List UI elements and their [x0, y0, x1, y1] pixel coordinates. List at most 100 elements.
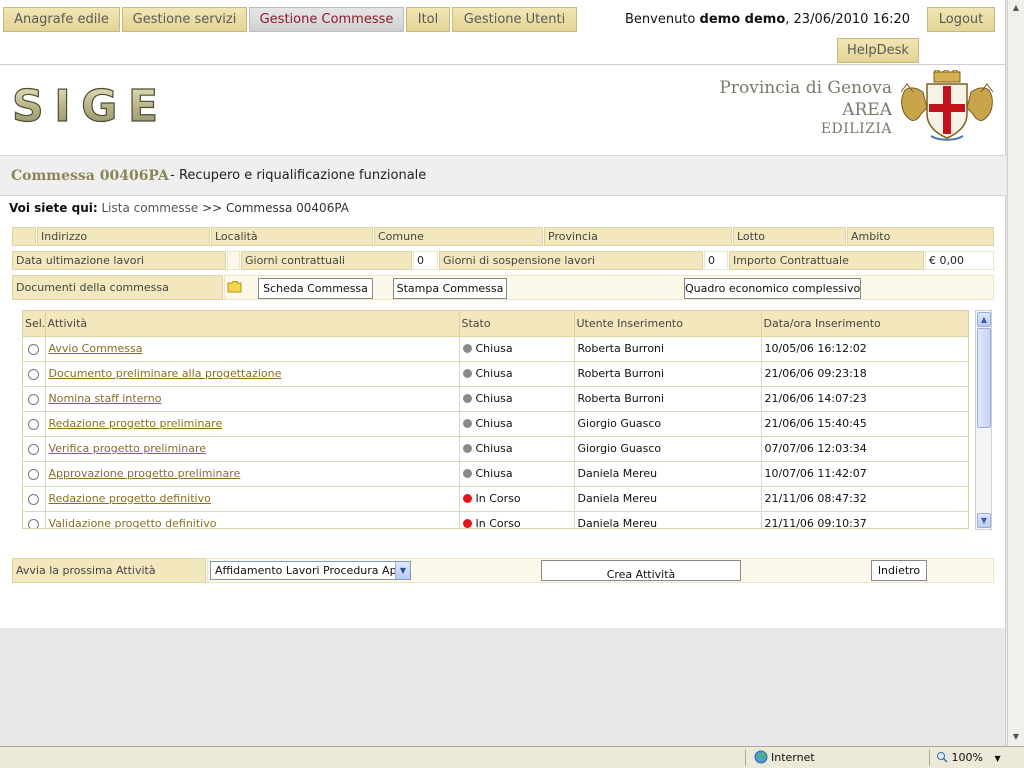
row-select-radio[interactable]: [28, 393, 40, 405]
table-row[interactable]: Avvio Commessa Chiusa Roberta Burroni 10/05…: [23, 336, 968, 362]
table-row[interactable]: Documento preliminare alla progettazione…: [23, 361, 968, 387]
table-row[interactable]: Redazione progetto preliminare Chiusa Gior…: [23, 411, 968, 437]
breadcrumb-link-lista-commesse[interactable]: Lista commesse: [102, 201, 199, 215]
logout-button[interactable]: Logout: [927, 7, 995, 32]
indietro-button[interactable]: Indietro: [871, 560, 927, 581]
table-row[interactable]: Redazione progetto definitivo In Corso Dan…: [23, 486, 968, 512]
zoom-control[interactable]: 100% ▼: [936, 750, 1001, 766]
giorni-sospensione-value: 0: [704, 251, 728, 270]
field-header-provincia: Provincia: [544, 227, 732, 246]
status-label: Chiusa: [475, 442, 513, 455]
row-select-cell: [23, 486, 46, 512]
scheda-commessa-button[interactable]: Scheda Commessa: [258, 278, 373, 299]
row-select-radio[interactable]: [28, 443, 40, 455]
tab-anagrafe-edile[interactable]: Anagrafe edile: [3, 7, 120, 32]
table-row[interactable]: Verifica progetto preliminare Chiusa Giorg…: [23, 436, 968, 462]
user-cell: Roberta Burroni: [574, 361, 762, 387]
importo-contrattuale-value: € 0,00: [925, 251, 994, 270]
importo-contrattuale-label: Importo Contrattuale: [729, 251, 924, 270]
datetime-cell: 21/06/06 15:40:45: [761, 411, 968, 437]
zoom-dropdown-icon[interactable]: ▼: [994, 754, 1000, 763]
sige-logo: SIGE: [12, 85, 160, 125]
datetime-cell: 21/06/06 09:23:18: [761, 361, 968, 387]
window-scrollbar[interactable]: ▲ ▼: [1007, 0, 1024, 746]
user-cell: Roberta Burroni: [574, 336, 762, 362]
status-cell: In Corso: [459, 511, 575, 528]
activity-link[interactable]: Validazione progetto definitivo: [49, 517, 217, 528]
giorni-contrattuali-value: 0: [413, 251, 438, 270]
column-header-data[interactable]: Data/ora Inserimento: [761, 311, 968, 337]
folder-icon[interactable]: [227, 280, 242, 293]
page-background: [0, 628, 1006, 746]
status-label: Chiusa: [475, 342, 513, 355]
stampa-commessa-button[interactable]: Stampa Commessa: [393, 278, 507, 299]
tab-gestione-utenti[interactable]: Gestione Utenti: [452, 7, 577, 32]
province-area: AREA: [842, 100, 892, 120]
row-select-radio[interactable]: [28, 518, 40, 528]
status-label: Chiusa: [475, 417, 513, 430]
svg-text:SIGE: SIGE: [12, 85, 160, 125]
row-select-cell: [23, 336, 46, 362]
status-label: Chiusa: [475, 467, 513, 480]
scroll-up-icon[interactable]: ▲: [977, 312, 991, 327]
status-cell: Chiusa: [459, 461, 575, 487]
commessa-title-band: Commessa 00406PA - Recupero e riqualific…: [0, 155, 1006, 196]
row-select-radio[interactable]: [28, 368, 40, 380]
table-scrollbar[interactable]: ▲ ▼: [975, 310, 992, 530]
crea-attivita-button[interactable]: Crea Attività: [541, 560, 741, 581]
field-header-indirizzo: Indirizzo: [37, 227, 210, 246]
status-dot-icon: [462, 419, 472, 428]
welcome-date: , 23/06/2010 16:20: [785, 12, 911, 27]
status-separator: [929, 750, 930, 766]
activity-link[interactable]: Redazione progetto preliminare: [49, 417, 223, 430]
quadro-economico-button[interactable]: Quadro economico complessivo: [684, 278, 861, 299]
zoom-level: 100%: [951, 751, 983, 764]
status-separator: [745, 750, 746, 766]
activity-cell: Avvio Commessa: [45, 336, 460, 362]
activity-cell: Documento preliminare alla progettazione: [45, 361, 460, 387]
row-select-radio[interactable]: [28, 493, 40, 505]
status-cell: Chiusa: [459, 386, 575, 412]
activity-link[interactable]: Nomina staff interno: [49, 392, 162, 405]
next-activity-selected: Affidamento Lavori Procedura Aperta: [215, 564, 411, 577]
row-select-radio[interactable]: [28, 418, 40, 430]
tab-itol[interactable]: Itol: [406, 7, 450, 32]
table-row[interactable]: Nomina staff interno Chiusa Roberta Burron…: [23, 386, 968, 412]
table-header-row: Sel. Attività Stato Utente Inserimento D…: [23, 311, 968, 337]
window-scroll-down-icon[interactable]: ▼: [1008, 729, 1024, 745]
user-cell: Daniela Mereu: [574, 461, 762, 487]
scroll-down-icon[interactable]: ▼: [977, 513, 991, 528]
province-name: Provincia di Genova: [719, 78, 892, 98]
row-select-cell: [23, 436, 46, 462]
activity-link[interactable]: Documento preliminare alla progettazione: [49, 367, 282, 380]
security-zone-label: Internet: [771, 751, 815, 764]
tab-gestione-commesse[interactable]: Gestione Commesse: [249, 7, 404, 32]
row-select-radio[interactable]: [28, 343, 40, 355]
column-header-stato[interactable]: Stato: [459, 311, 575, 337]
table-row[interactable]: Validazione progetto definitivo In Corso D…: [23, 511, 968, 528]
activity-link[interactable]: Approvazione progetto preliminare: [49, 467, 241, 480]
table-row[interactable]: Approvazione progetto preliminare Chiusa D…: [23, 461, 968, 487]
giorni-sospensione-label: Giorni di sospensione lavori: [439, 251, 703, 270]
commessa-code: Commessa 00406PA: [11, 168, 169, 184]
helpdesk-button[interactable]: HelpDesk: [837, 38, 919, 63]
activity-link[interactable]: Verifica progetto preliminare: [49, 442, 207, 455]
user-cell: Giorgio Guasco: [574, 411, 762, 437]
column-header-utente[interactable]: Utente Inserimento: [574, 311, 762, 337]
breadcrumb-separator: >>: [202, 201, 223, 215]
activity-link[interactable]: Avvio Commessa: [49, 342, 143, 355]
commessa-separator: -: [166, 168, 179, 183]
row-select-radio[interactable]: [28, 468, 40, 480]
field-header-blank: [12, 227, 36, 246]
scroll-thumb[interactable]: [977, 328, 991, 428]
row-select-cell: [23, 461, 46, 487]
chevron-down-icon[interactable]: ▼: [395, 562, 410, 579]
next-activity-select[interactable]: Affidamento Lavori Procedura Aperta ▼: [210, 561, 411, 580]
datetime-cell: 21/11/06 09:10:37: [761, 511, 968, 528]
activities-table: Sel. Attività Stato Utente Inserimento D…: [22, 310, 969, 529]
window-scroll-up-icon[interactable]: ▲: [1008, 0, 1024, 16]
tab-gestione-servizi[interactable]: Gestione servizi: [122, 7, 247, 32]
column-header-attivita[interactable]: Attività: [45, 311, 460, 337]
activity-cell: Redazione progetto definitivo: [45, 486, 460, 512]
activity-link[interactable]: Redazione progetto definitivo: [49, 492, 211, 505]
